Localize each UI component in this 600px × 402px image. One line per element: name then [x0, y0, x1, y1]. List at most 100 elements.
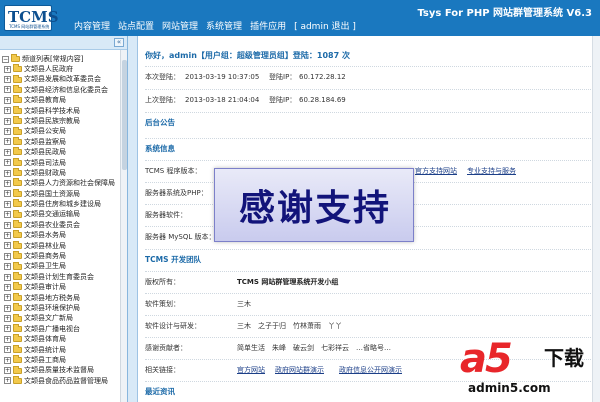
- expand-plus-icon[interactable]: +: [4, 86, 11, 94]
- channel-tree-item[interactable]: + 文颉县教育局: [2, 95, 120, 105]
- expand-plus-icon[interactable]: +: [4, 335, 11, 343]
- channel-tree-item[interactable]: + 文颉县商务局: [2, 251, 120, 261]
- sidebar-scroll-thumb[interactable]: [122, 60, 127, 170]
- expand-plus-icon[interactable]: +: [4, 65, 11, 73]
- folder-icon: [13, 188, 22, 197]
- expand-plus-icon[interactable]: +: [4, 252, 11, 260]
- channel-tree-item[interactable]: + 文颉县科学技术局: [2, 105, 120, 116]
- nav-plugin-apps[interactable]: 插件应用: [250, 19, 286, 32]
- expand-plus-icon[interactable]: +: [4, 96, 11, 104]
- channel-tree-item[interactable]: + 文颉县财政局: [2, 168, 120, 178]
- channel-tree-item-label: 文颉县监察局: [24, 137, 66, 146]
- channel-tree-item[interactable]: + 文颉县发展和改革委员会: [2, 74, 120, 84]
- channel-tree-item[interactable]: + 文颉县民政局: [2, 147, 120, 157]
- folder-icon: [13, 209, 22, 218]
- expand-plus-icon[interactable]: +: [4, 346, 11, 354]
- expand-plus-icon[interactable]: +: [4, 294, 11, 302]
- expand-plus-icon[interactable]: +: [4, 315, 11, 323]
- thanks-label: 感谢贡献者：: [145, 343, 187, 352]
- collapse-sidebar-button[interactable]: «: [114, 38, 124, 47]
- channel-tree-item[interactable]: + 文颉县质量技术监督局: [2, 365, 120, 375]
- expand-plus-icon[interactable]: +: [4, 325, 11, 333]
- channel-tree-item[interactable]: + 文颉县司法局: [2, 157, 120, 168]
- expand-plus-icon[interactable]: +: [4, 304, 11, 312]
- expand-plus-icon[interactable]: +: [4, 242, 11, 250]
- nav-site-config[interactable]: 站点配置: [118, 19, 154, 32]
- channel-tree-item[interactable]: + 文颉县经济和信息化委员会: [2, 84, 120, 95]
- expand-plus-icon[interactable]: +: [4, 263, 11, 271]
- channel-tree-item[interactable]: + 文颉县人民政府: [2, 64, 120, 74]
- nav-content-management[interactable]: 内容管理: [74, 19, 110, 32]
- channel-tree-item[interactable]: + 文颉县交通运输局: [2, 209, 120, 219]
- channel-tree-item[interactable]: + 文颉县统计局: [2, 344, 120, 355]
- folder-icon: [13, 199, 22, 208]
- expand-plus-icon[interactable]: +: [4, 200, 11, 208]
- folder-icon: [13, 292, 22, 301]
- sidebar-scrollbar[interactable]: [120, 50, 127, 402]
- channel-tree-item[interactable]: + 文颉县人力资源和社会保障局: [2, 178, 120, 188]
- folder-icon: [13, 126, 22, 135]
- channel-tree-item-label: 文颉县体育局: [24, 335, 66, 344]
- this-login-ip: 60.172.28.12: [299, 72, 346, 81]
- expand-plus-icon[interactable]: +: [4, 179, 11, 187]
- channel-tree-item[interactable]: + 文颉县住房和城乡建设局: [2, 199, 120, 209]
- channel-tree-item-label: 文颉县人民政府: [24, 65, 73, 73]
- folder-icon: [13, 272, 22, 280]
- channel-tree-item[interactable]: + 文颉县监察局: [2, 136, 120, 147]
- panel-splitter[interactable]: [128, 36, 138, 402]
- support-link[interactable]: 专业支持与服务: [467, 166, 516, 176]
- channel-tree-item[interactable]: + 文颉县地方税务局: [2, 292, 120, 303]
- nav-logout[interactable]: [ admin 退出 ]: [294, 19, 356, 32]
- expand-plus-icon[interactable]: +: [4, 117, 11, 125]
- expand-plus-icon[interactable]: +: [4, 273, 11, 281]
- link-official-site[interactable]: 官方网站: [237, 365, 265, 375]
- tcms-logo[interactable]: TCMS TCMS 网站群管理系统: [4, 5, 59, 31]
- channel-tree-item[interactable]: + 文颉县国土资源局: [2, 188, 120, 199]
- expand-plus-icon[interactable]: +: [4, 231, 11, 239]
- channel-tree-item[interactable]: + 文颉县广播电视台: [2, 323, 120, 334]
- channel-tree-item-label: 文颉县计划生育委员会: [24, 272, 94, 281]
- official-site-link[interactable]: 官方支持网站: [415, 166, 457, 176]
- channel-tree-item-label: 文颉县卫生局: [24, 262, 66, 271]
- channel-tree-item[interactable]: + 文颉县文广新局: [2, 313, 120, 323]
- link-gov-info-demo[interactable]: 政府信息公开网演示: [339, 365, 402, 375]
- channel-tree-item-label: 文颉县水务局: [24, 231, 66, 240]
- expand-plus-icon[interactable]: +: [4, 128, 11, 136]
- expand-plus-icon[interactable]: +: [4, 356, 11, 364]
- channel-tree-item[interactable]: + 文颉县工商局: [2, 355, 120, 365]
- channel-tree-item[interactable]: + 文颉县卫生局: [2, 261, 120, 271]
- channel-tree-item[interactable]: + 文颉县体育局: [2, 334, 120, 344]
- channel-tree-item[interactable]: + 文颉县公安局: [2, 126, 120, 136]
- expand-plus-icon[interactable]: +: [4, 159, 11, 167]
- folder-icon: [13, 240, 22, 249]
- nav-website-management[interactable]: 网站管理: [162, 19, 198, 32]
- channel-tree-item[interactable]: + 文颉县林业局: [2, 240, 120, 251]
- expand-plus-icon[interactable]: +: [4, 283, 11, 291]
- channel-tree-item[interactable]: + 文颉县农业委员会: [2, 220, 120, 230]
- folder-icon: [13, 95, 22, 104]
- system-title: Tsys For PHP 网站群管理系统 V6.3: [417, 8, 592, 19]
- expand-plus-icon[interactable]: +: [4, 138, 11, 146]
- channel-tree-item[interactable]: + 文颉县民族宗教局: [2, 116, 120, 126]
- link-gov-site-demo[interactable]: 政府网站群演示: [275, 365, 324, 375]
- channel-tree-item[interactable]: + 文颉县食品药品监督管理局: [2, 375, 120, 386]
- minus-icon[interactable]: −: [2, 55, 9, 63]
- nav-system-management[interactable]: 系统管理: [206, 19, 242, 32]
- expand-plus-icon[interactable]: +: [4, 377, 11, 385]
- channel-tree-item[interactable]: + 文颉县水务局: [2, 230, 120, 240]
- expand-plus-icon[interactable]: +: [4, 211, 11, 219]
- expand-plus-icon[interactable]: +: [4, 190, 11, 198]
- channel-tree-item[interactable]: + 文颉县环境保护局: [2, 303, 120, 313]
- channel-tree-item-label: 文颉县审计局: [24, 283, 66, 292]
- team-title: TCMS 开发团队: [145, 255, 202, 264]
- channel-tree-item[interactable]: + 文颉县计划生育委员会: [2, 272, 120, 282]
- tree-root[interactable]: − 频道列表[常规内容]: [2, 54, 120, 64]
- expand-plus-icon[interactable]: +: [4, 367, 11, 375]
- expand-plus-icon[interactable]: +: [4, 148, 11, 156]
- expand-plus-icon[interactable]: +: [4, 107, 11, 115]
- expand-plus-icon[interactable]: +: [4, 221, 11, 229]
- channel-tree-item[interactable]: + 文颉县审计局: [2, 282, 120, 292]
- expand-plus-icon[interactable]: +: [4, 169, 11, 177]
- expand-plus-icon[interactable]: +: [4, 76, 11, 84]
- this-login-label: 本次登陆：: [145, 72, 180, 81]
